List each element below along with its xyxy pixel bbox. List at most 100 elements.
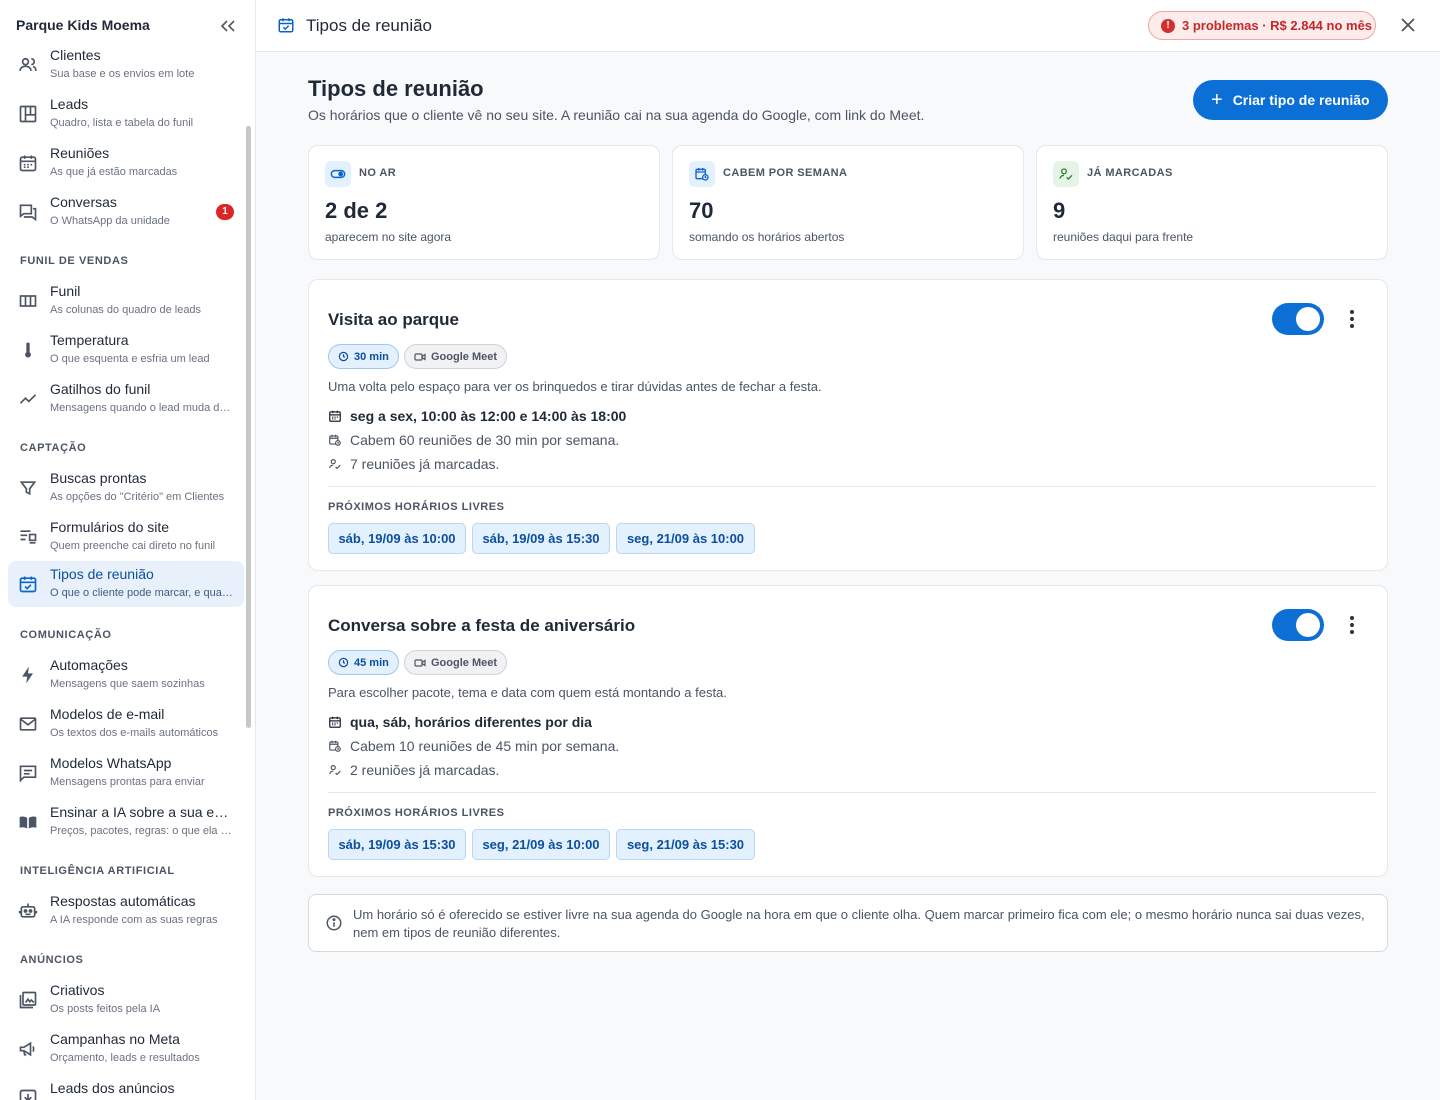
stat-card-no-ar: NO AR 2 de 2 aparecem no site agora [308, 145, 660, 260]
double-chevron-left-icon[interactable] [221, 20, 235, 32]
time-slot[interactable]: seg, 21/09 às 15:30 [616, 829, 755, 860]
section-title-ia: INTELIGÊNCIA ARTIFICIAL [20, 865, 175, 877]
sidebar-item-funil[interactable]: Funil As colunas do quadro de leads [8, 278, 244, 324]
sidebar-item-formularios[interactable]: Formulários do site Quem preenche cai di… [8, 514, 244, 560]
more-vert-icon[interactable] [1343, 614, 1361, 636]
calendar-clock-icon [329, 740, 341, 752]
divider [328, 792, 1376, 793]
time-slot[interactable]: sáb, 19/09 às 15:30 [328, 829, 466, 860]
book-icon [19, 816, 37, 829]
section-title-captacao: CAPTAÇÃO [20, 442, 87, 454]
sidebar-item-leads[interactable]: Leads Quadro, lista e tabela do funil [8, 91, 244, 137]
sidebar-item-respostas[interactable]: Respostas automáticas A IA responde com … [8, 888, 244, 934]
sidebar-item-gatilhos[interactable]: Gatilhos do funil Mensagens quando o lea… [8, 376, 244, 422]
capacity-row: Cabem 60 reuniões de 30 min por semana. [328, 432, 619, 448]
toggle-knob [1296, 613, 1320, 637]
section-title-funil: FUNIL DE VENDAS [20, 255, 129, 267]
robot-icon [18, 903, 38, 918]
sidebar-item-sub: Os posts feitos pela IA [50, 1003, 161, 1015]
unread-badge: 1 [216, 204, 234, 220]
stat-label: JÁ MARCADAS [1087, 167, 1173, 179]
person-check-icon [1053, 161, 1079, 187]
platform-chip: Google Meet [404, 344, 508, 369]
sidebar-item-sub: Mensagens prontas para enviar [50, 776, 205, 788]
sidebar-item-campanhas[interactable]: Campanhas no Meta Orçamento, leads e res… [8, 1026, 244, 1072]
sidebar-item-modelos-email[interactable]: Modelos de e-mail Os textos dos e-mails … [8, 701, 244, 747]
mail-icon [19, 717, 37, 731]
sidebar-item-sub: A IA responde com as suas regras [50, 914, 218, 926]
create-meeting-type-button[interactable]: + Criar tipo de reunião [1193, 80, 1388, 120]
sidebar-item-reunioes[interactable]: Reuniões As que já estão marcadas [8, 140, 244, 186]
sidebar-item-sub: Preços, pacotes, regras: o que ela preci… [50, 825, 236, 837]
time-slot[interactable]: sáb, 19/09 às 10:00 [328, 523, 466, 554]
alert-icon: ! [1161, 18, 1175, 33]
duration-chip: 30 min [328, 344, 399, 369]
sidebar-item-label: Respostas automáticas [50, 893, 196, 909]
info-note: Um horário só é oferecido se estiver liv… [308, 894, 1388, 952]
sidebar-item-label: Temperatura [50, 332, 129, 348]
time-slot[interactable]: seg, 21/09 às 10:00 [616, 523, 755, 554]
page-title: Tipos de reunião [308, 76, 484, 101]
enabled-toggle[interactable] [1272, 609, 1324, 641]
trend-icon [19, 394, 37, 404]
create-button-label: Criar tipo de reunião [1232, 92, 1370, 108]
sidebar-item-buscas[interactable]: Buscas prontas As opções do "Critério" e… [8, 465, 244, 511]
board-icon [19, 105, 37, 123]
sidebar-item-sub: As colunas do quadro de leads [50, 304, 202, 316]
sidebar-item-temperatura[interactable]: Temperatura O que esquenta e esfria um l… [8, 327, 244, 373]
calendar-icon [329, 410, 341, 422]
columns-icon [19, 295, 37, 307]
section-title-anuncios: ANÚNCIOS [20, 954, 84, 966]
schedule-text: seg a sex, 10:00 às 12:00 e 14:00 às 18:… [350, 408, 627, 424]
slots-title: PRÓXIMOS HORÁRIOS LIVRES [328, 807, 505, 819]
time-slot[interactable]: seg, 21/09 às 10:00 [472, 829, 610, 860]
slots-title: PRÓXIMOS HORÁRIOS LIVRES [328, 501, 505, 513]
sidebar-item-sub: Sua base e os envios em lote [50, 68, 195, 80]
stat-desc: reuniões daqui para frente [1053, 230, 1194, 244]
clock-icon [338, 657, 349, 668]
sidebar-item-sub: Quem preenche cai direto no funil [50, 540, 216, 552]
problems-badge[interactable]: ! 3 problemas · R$ 2.844 no mês [1148, 11, 1376, 40]
sidebar-item-label: Criativos [50, 982, 105, 998]
stat-label: CABEM POR SEMANA [723, 167, 848, 179]
info-icon [326, 915, 342, 931]
meeting-type-card: Visita ao parque 30 min Google Meet Uma … [308, 279, 1388, 571]
section-title-comunicacao: COMUNICAÇÃO [20, 629, 112, 641]
workspace-name: Parque Kids Moema [16, 17, 150, 33]
sidebar-item-conversas[interactable]: Conversas O WhatsApp da unidade 1 [8, 189, 244, 235]
sidebar-item-label: Conversas [50, 194, 117, 210]
sidebar-item-ensinar-ia[interactable]: Ensinar a IA sobre a sua empresa Preços,… [8, 799, 244, 845]
stat-card-cabem: CABEM POR SEMANA 70 somando os horários … [672, 145, 1024, 260]
enabled-toggle[interactable] [1272, 303, 1324, 335]
sidebar-item-label: Modelos de e-mail [50, 706, 165, 722]
sidebar-item-tipos-reuniao[interactable]: Tipos de reunião O que o cliente pode ma… [8, 561, 244, 607]
time-slot[interactable]: sáb, 19/09 às 15:30 [472, 523, 610, 554]
sidebar-item-criativos[interactable]: Criativos Os posts feitos pela IA [8, 977, 244, 1023]
sidebar-item-modelos-whatsapp[interactable]: Modelos WhatsApp Mensagens prontas para … [8, 750, 244, 796]
calendar-check-icon [278, 18, 294, 33]
capacity-text: Cabem 10 reuniões de 45 min por semana. [350, 738, 620, 754]
sidebar-item-label: Campanhas no Meta [50, 1031, 180, 1047]
person-check-icon [329, 459, 341, 470]
people-icon [19, 57, 37, 71]
sidebar-header: Parque Kids Moema [0, 0, 255, 50]
download-icon [19, 1089, 37, 1100]
capacity-text: Cabem 60 reuniões de 30 min por semana. [350, 432, 620, 448]
sidebar-item-label: Funil [50, 283, 81, 299]
form-icon [20, 530, 37, 544]
close-icon[interactable] [1399, 16, 1417, 34]
page-subtitle: Os horários que o cliente vê no seu site… [308, 107, 925, 123]
thermometer-icon [25, 342, 31, 358]
toggle-icon [325, 161, 351, 187]
main-content: Tipos de reunião Os horários que o clien… [256, 52, 1440, 1100]
sidebar-item-leads-anuncios[interactable]: Leads dos anúncios [8, 1075, 244, 1100]
sidebar-item-label: Leads dos anúncios [50, 1080, 175, 1096]
sidebar-scrollbar[interactable] [246, 126, 251, 728]
more-vert-icon[interactable] [1343, 308, 1361, 330]
sidebar-item-automacoes[interactable]: Automações Mensagens que saem sozinhas [8, 652, 244, 698]
stat-value: 2 de 2 [325, 198, 388, 223]
stat-label: NO AR [359, 167, 397, 179]
calendar-check-icon [19, 576, 37, 593]
stat-desc: somando os horários abertos [689, 230, 845, 244]
duration-chip: 45 min [328, 650, 399, 675]
